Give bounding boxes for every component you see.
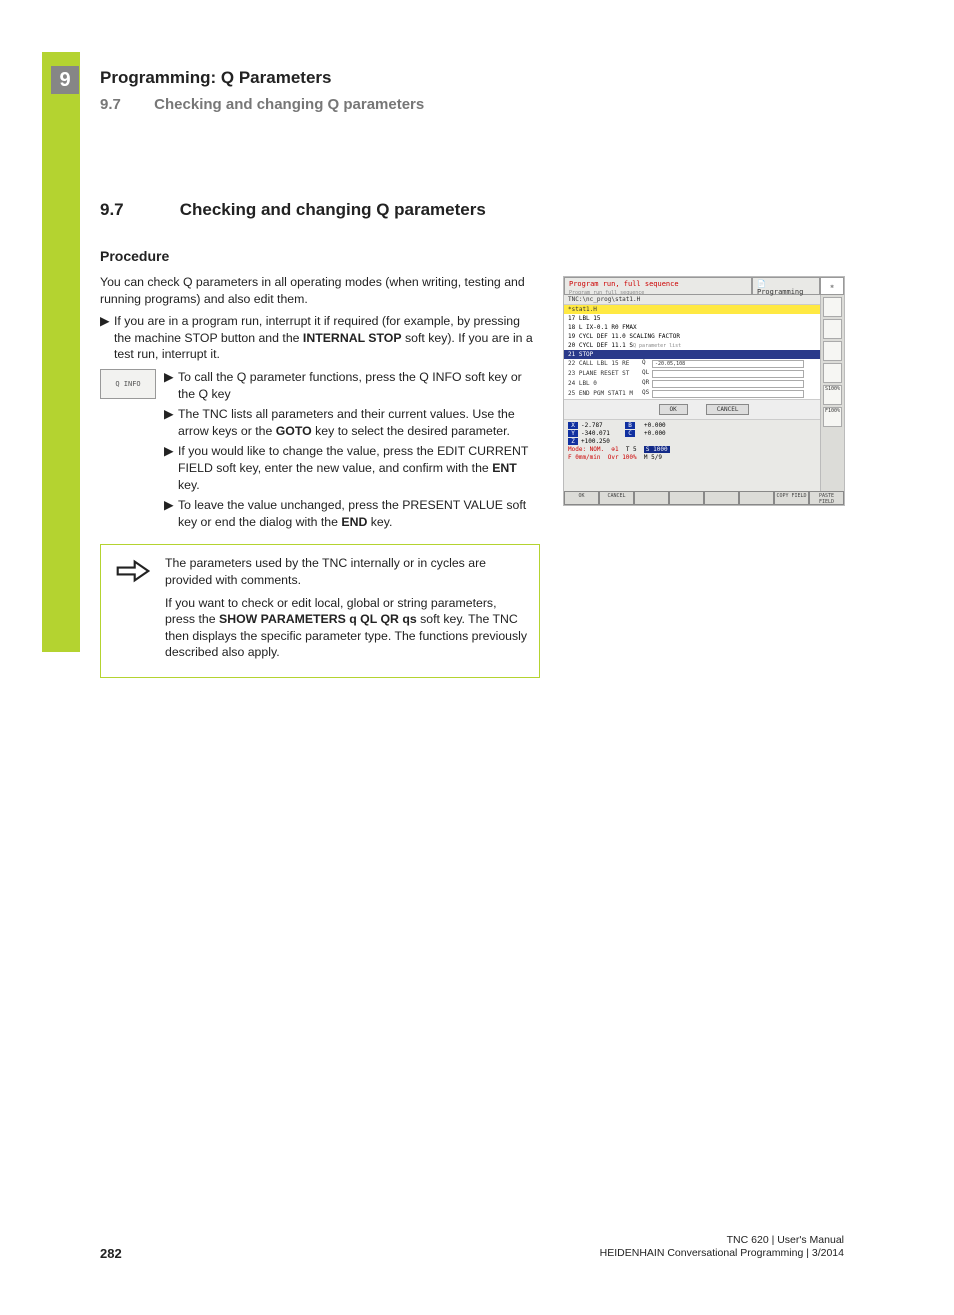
bullet-item: ▶ If you would like to change the value,…	[164, 443, 540, 493]
scr-softkey: PASTE FIELD	[809, 491, 844, 505]
scr-softkey	[739, 491, 774, 505]
bullet-item: ▶ To call the Q parameter functions, pre…	[164, 369, 540, 402]
subsection-title: Procedure	[100, 248, 540, 264]
bullet-arrow-icon: ▶	[100, 313, 114, 363]
page-header: Programming: Q Parameters 9.7 Checking a…	[100, 68, 844, 113]
scr-param-row: 22 CALL LBL 15 REQ-20.05,108	[564, 359, 844, 369]
footer-right: TNC 620 | User's Manual HEIDENHAIN Conve…	[600, 1234, 844, 1261]
bullet-item: ▶ To leave the value unchanged, press th…	[164, 497, 540, 530]
scr-softkey	[669, 491, 704, 505]
scr-mode-title: Program run, full sequence Program run f…	[564, 277, 752, 295]
scr-param-row: 24 LBL 0QR	[564, 379, 844, 389]
bullet-text: To leave the value unchanged, press the …	[178, 497, 540, 530]
bullet-text: If you are in a program run, interrupt i…	[114, 313, 540, 363]
scr-code-line: 19 CYCL DEF 11.0 SCALING FACTOR	[564, 332, 844, 341]
scr-code-line: 18 L IX-0.1 R0 FMAX	[564, 323, 844, 332]
scr-param-row: 25 END PGM STAT1 MQS	[564, 389, 844, 399]
control-screenshot: Program run, full sequence Program run f…	[563, 276, 845, 506]
scr-softkey: COPY FIELD	[774, 491, 809, 505]
section-heading-title: Checking and changing Q parameters	[180, 200, 486, 219]
scr-param-row: 23 PLANE RESET STQL	[564, 369, 844, 379]
scr-softkey	[634, 491, 669, 505]
section-heading-number: 9.7	[100, 200, 175, 220]
bullet-text: To call the Q parameter functions, press…	[178, 369, 540, 402]
bullet-arrow-icon: ▶	[164, 406, 178, 439]
footer-manual-date: HEIDENHAIN Conversational Programming | …	[600, 1247, 844, 1261]
q-info-softkey-icon: Q INFO	[100, 369, 156, 399]
sidebar-accent-bar	[42, 52, 80, 652]
main-content: 9.7 Checking and changing Q parameters P…	[100, 200, 540, 678]
scr-code-line: 17 LBL 15	[564, 314, 844, 323]
scr-position-display: X-2.787B+0.000 Y-340.071C+0.000 Z+100.25…	[564, 420, 844, 464]
note-para-2: If you want to check or edit local, glob…	[165, 595, 529, 661]
bullet-text: If you would like to change the value, p…	[178, 443, 540, 493]
scr-path: TNC:\nc_prog\stat1.H	[564, 295, 844, 305]
footer-manual-title: TNC 620 | User's Manual	[600, 1234, 844, 1248]
scr-softkey-row: OK CANCEL COPY FIELD PASTE FIELD	[564, 491, 844, 505]
page-footer: 282 TNC 620 | User's Manual HEIDENHAIN C…	[100, 1234, 844, 1261]
bullet-item: ▶ If you are in a program run, interrupt…	[100, 313, 540, 363]
bullet-text: The TNC lists all parameters and their c…	[178, 406, 540, 439]
scr-softkey: CANCEL	[599, 491, 634, 505]
running-head-section: 9.7 Checking and changing Q parameters	[100, 96, 844, 113]
scr-program-name: *stat1.H	[564, 305, 844, 314]
top-bullet-list: ▶ If you are in a program run, interrupt…	[100, 313, 540, 363]
bullet-arrow-icon: ▶	[164, 369, 178, 402]
softkey-instruction-block: Q INFO ▶ To call the Q parameter functio…	[100, 369, 540, 534]
bullet-item: ▶ The TNC lists all parameters and their…	[164, 406, 540, 439]
bullet-arrow-icon: ▶	[164, 497, 178, 530]
section-title: Checking and changing Q parameters	[154, 96, 424, 113]
scr-popup-buttons: OK CANCEL	[564, 399, 844, 420]
section-number: 9.7	[100, 96, 150, 113]
scr-cancel-button: CANCEL	[706, 404, 750, 415]
scr-code-line: 20 CYCL DEF 11.1 SQ parameter list	[564, 341, 844, 350]
note-text: The parameters used by the TNC internall…	[165, 555, 529, 667]
chapter-title: Programming: Q Parameters	[100, 68, 844, 88]
scr-ok-button: OK	[659, 404, 688, 415]
intro-paragraph: You can check Q parameters in all operat…	[100, 274, 540, 307]
scr-softkey	[704, 491, 739, 505]
scr-softkey: OK	[564, 491, 599, 505]
scr-right-sidebar: S100% F100%	[820, 295, 844, 491]
gear-icon: ✲	[820, 277, 844, 295]
scr-programming-pane: 📄 Programming	[752, 277, 820, 295]
page-number: 282	[100, 1246, 122, 1261]
bullet-arrow-icon: ▶	[164, 443, 178, 493]
note-box: The parameters used by the TNC internall…	[100, 544, 540, 678]
scr-selected-line: 21 STOP	[564, 350, 844, 359]
section-heading: 9.7 Checking and changing Q parameters	[100, 200, 540, 220]
note-para-1: The parameters used by the TNC internall…	[165, 555, 529, 588]
note-arrow-icon	[101, 555, 165, 667]
chapter-number-badge: 9	[51, 66, 79, 94]
sub-bullet-list: ▶ To call the Q parameter functions, pre…	[164, 369, 540, 534]
